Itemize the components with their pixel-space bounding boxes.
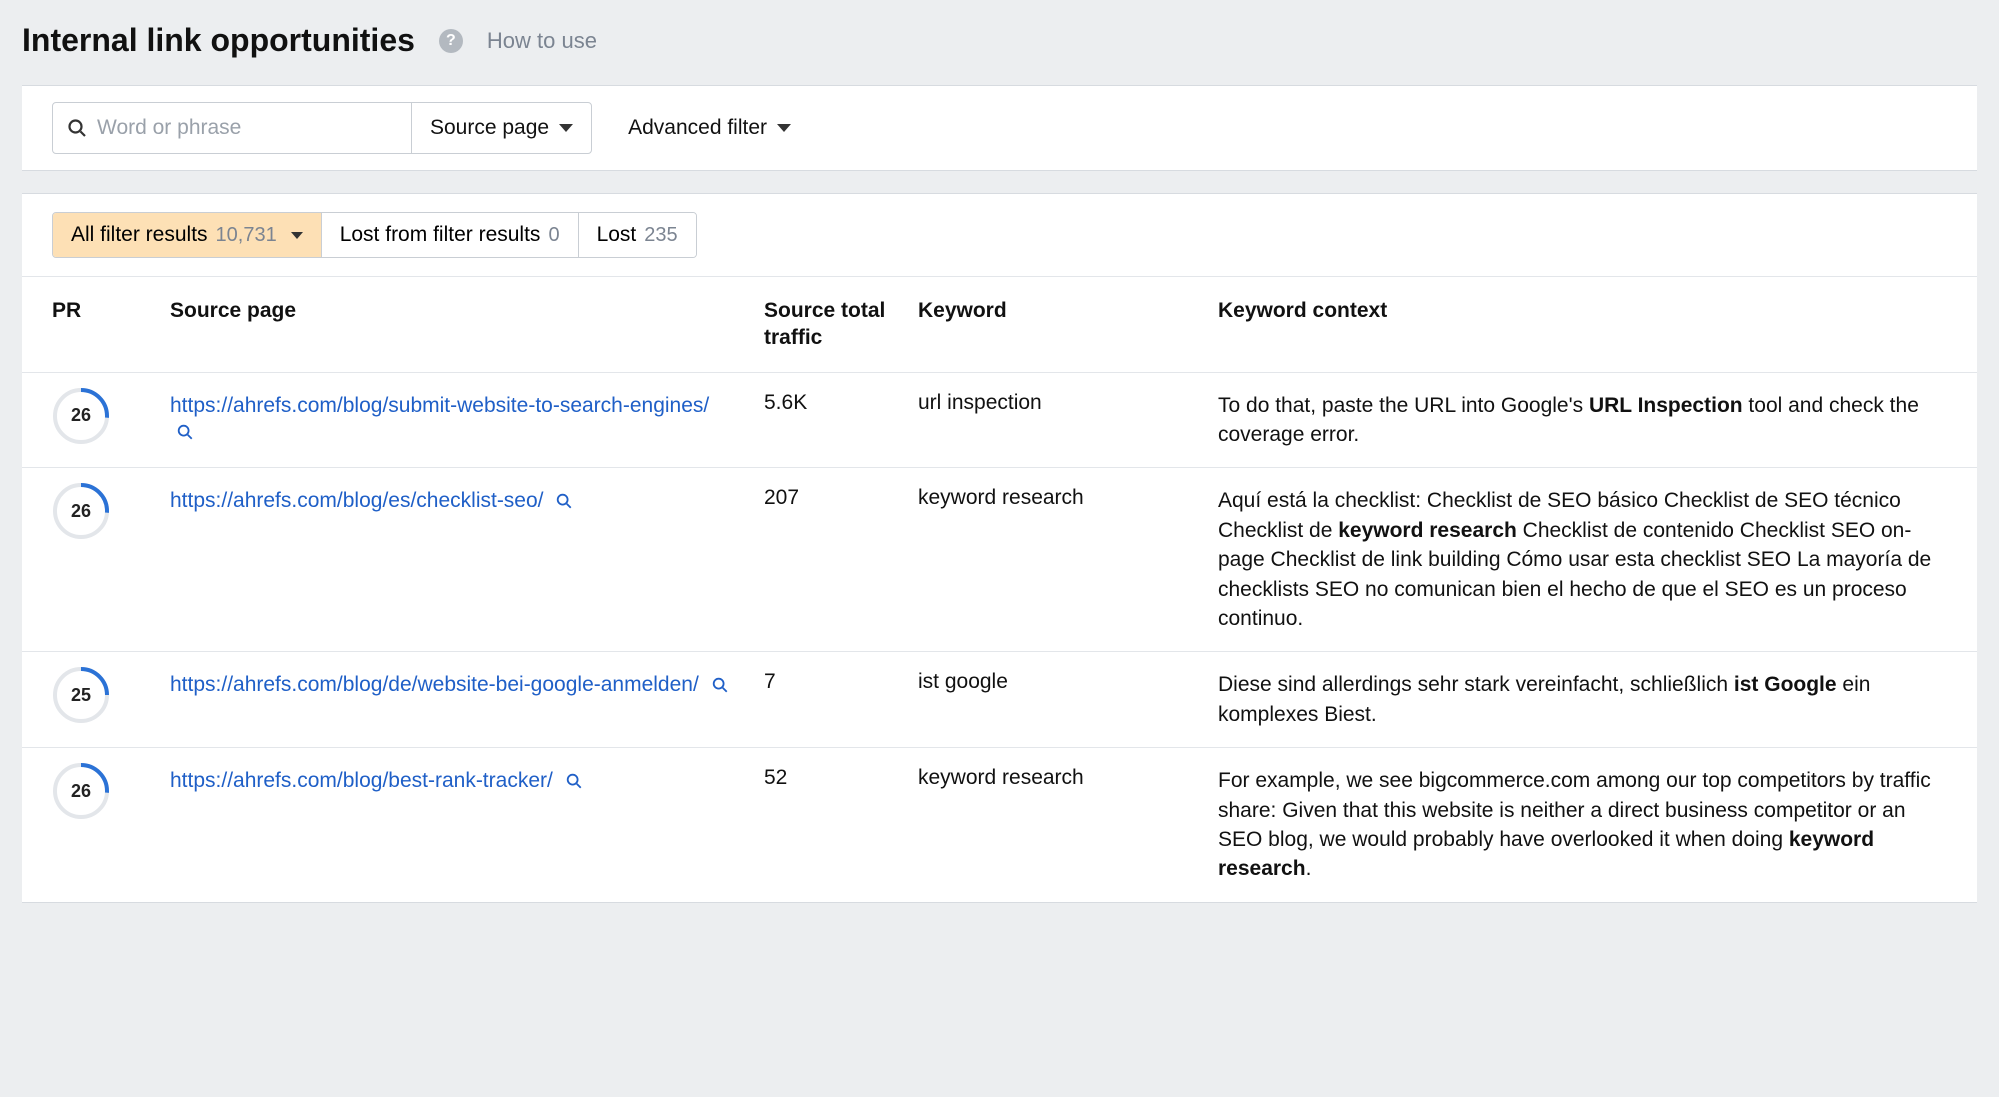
advanced-filter-label: Advanced filter: [628, 116, 767, 140]
page-title: Internal link opportunities: [22, 22, 415, 59]
segment-lost-filter-count: 0: [548, 224, 559, 247]
inspect-icon[interactable]: [555, 492, 573, 516]
traffic-value: 207: [748, 468, 902, 652]
source-link[interactable]: https://ahrefs.com/blog/submit-website-t…: [170, 394, 709, 417]
pr-value: 25: [52, 666, 110, 724]
keyword-context: Aquí está la checklist: Checklist de SEO…: [1218, 489, 1931, 630]
search-mode-dropdown[interactable]: Source page: [411, 103, 591, 153]
segment-lost-filter[interactable]: Lost from filter results 0: [322, 213, 579, 257]
search-icon: [67, 118, 87, 138]
keyword-context: For example, we see bigcommerce.com amon…: [1218, 769, 1931, 880]
results-table: PR Source page Source total traffic Keyw…: [22, 276, 1977, 902]
search-wrap: [53, 103, 411, 153]
table-row: 26 https://ahrefs.com/blog/submit-websit…: [22, 372, 1977, 468]
inspect-icon[interactable]: [711, 676, 729, 700]
inspect-icon[interactable]: [176, 423, 194, 447]
keyword-context: To do that, paste the URL into Google's …: [1218, 394, 1919, 446]
search-group: Source page: [52, 102, 592, 154]
keyword-value: ist google: [902, 652, 1202, 748]
keyword-value: keyword research: [902, 748, 1202, 902]
chevron-down-icon: [559, 124, 573, 132]
page-header: Internal link opportunities ? How to use: [22, 22, 1977, 59]
chevron-down-icon: [291, 232, 303, 239]
search-mode-label: Source page: [430, 116, 549, 140]
chevron-down-icon: [777, 124, 791, 132]
segment-all-label: All filter results: [71, 223, 208, 247]
keyword-context: Diese sind allerdings sehr stark vereinf…: [1218, 673, 1870, 725]
how-to-use-link[interactable]: How to use: [487, 28, 597, 54]
pr-badge: 26: [52, 482, 110, 540]
col-source[interactable]: Source page: [154, 277, 748, 373]
source-link[interactable]: https://ahrefs.com/blog/best-rank-tracke…: [170, 769, 553, 792]
pr-badge: 26: [52, 762, 110, 820]
table-row: 26 https://ahrefs.com/blog/best-rank-tra…: [22, 748, 1977, 902]
search-input[interactable]: [97, 116, 399, 140]
segment-all[interactable]: All filter results 10,731: [53, 213, 322, 257]
segment-lost[interactable]: Lost 235: [579, 213, 696, 257]
table-row: 26 https://ahrefs.com/blog/es/checklist-…: [22, 468, 1977, 652]
col-keyword[interactable]: Keyword: [902, 277, 1202, 373]
segment-lost-filter-label: Lost from filter results: [340, 223, 541, 247]
results-section: All filter results 10,731 Lost from filt…: [22, 193, 1977, 903]
col-context[interactable]: Keyword context: [1202, 277, 1977, 373]
source-link[interactable]: https://ahrefs.com/blog/de/website-bei-g…: [170, 673, 699, 696]
table-row: 25 https://ahrefs.com/blog/de/website-be…: [22, 652, 1977, 748]
segment-wrap: All filter results 10,731 Lost from filt…: [22, 194, 1977, 258]
segment-lost-label: Lost: [597, 223, 637, 247]
keyword-value: keyword research: [902, 468, 1202, 652]
filter-panel: Source page Advanced filter: [22, 85, 1977, 171]
traffic-value: 5.6K: [748, 372, 902, 468]
pr-badge: 26: [52, 387, 110, 445]
pr-value: 26: [52, 482, 110, 540]
inspect-icon[interactable]: [565, 772, 583, 796]
segment-control: All filter results 10,731 Lost from filt…: [52, 212, 697, 258]
keyword-value: url inspection: [902, 372, 1202, 468]
source-link[interactable]: https://ahrefs.com/blog/es/checklist-seo…: [170, 489, 544, 512]
table-header-row: PR Source page Source total traffic Keyw…: [22, 277, 1977, 373]
col-traffic[interactable]: Source total traffic: [748, 277, 902, 373]
pr-badge: 25: [52, 666, 110, 724]
col-pr[interactable]: PR: [22, 277, 154, 373]
traffic-value: 52: [748, 748, 902, 902]
pr-value: 26: [52, 762, 110, 820]
advanced-filter-dropdown[interactable]: Advanced filter: [628, 116, 791, 140]
traffic-value: 7: [748, 652, 902, 748]
segment-all-count: 10,731: [216, 224, 277, 247]
pr-value: 26: [52, 387, 110, 445]
segment-lost-count: 235: [644, 224, 677, 247]
help-icon[interactable]: ?: [439, 29, 463, 53]
